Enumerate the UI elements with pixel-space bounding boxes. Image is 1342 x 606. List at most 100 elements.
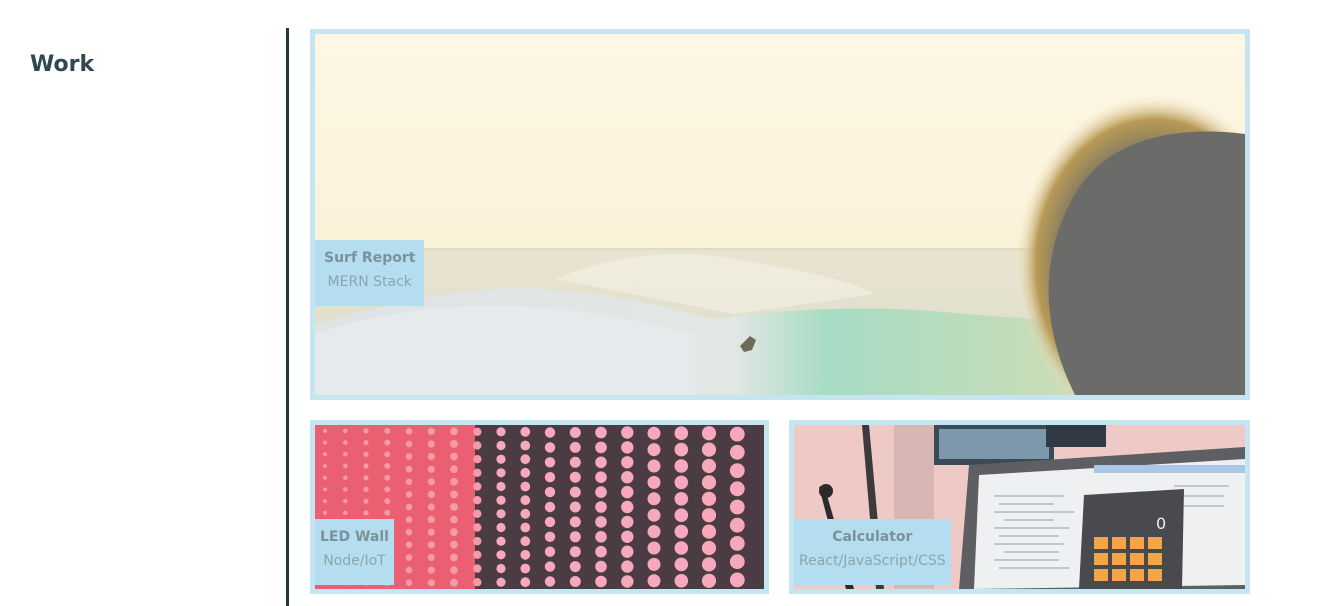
led-dot xyxy=(427,503,435,511)
led-dot xyxy=(450,540,458,549)
led-dot xyxy=(701,491,717,506)
led-dot xyxy=(427,452,435,461)
led-dot xyxy=(496,577,506,587)
led-dot xyxy=(647,443,661,457)
led-dot xyxy=(621,560,634,573)
led-dot xyxy=(363,463,369,469)
led-dot xyxy=(323,440,327,445)
project-card-led-wall[interactable]: LED Wall Node/IoT xyxy=(310,420,769,594)
led-dot xyxy=(595,516,607,528)
led-dot xyxy=(473,441,482,450)
led-dot xyxy=(621,545,634,558)
led-dot xyxy=(544,427,556,438)
led-dot xyxy=(569,441,581,453)
led-dot xyxy=(544,516,556,528)
led-dot xyxy=(621,530,634,543)
led-dot xyxy=(544,546,556,557)
led-dot xyxy=(427,516,435,524)
led-dot xyxy=(701,458,717,474)
led-dot xyxy=(520,549,531,560)
led-dot xyxy=(647,426,661,440)
led-dot xyxy=(647,492,661,506)
led-dot xyxy=(473,427,482,436)
led-dot xyxy=(323,428,327,433)
led-dot xyxy=(569,561,581,573)
led-dot xyxy=(343,475,348,480)
project-card-surf-report[interactable]: Surf Report MERN Stack xyxy=(310,29,1250,400)
led-dot xyxy=(674,524,689,539)
led-dot xyxy=(405,440,413,448)
calculator-display: 0 xyxy=(1156,514,1166,533)
led-dot xyxy=(544,576,556,587)
project-tech: Node/IoT xyxy=(323,553,386,569)
led-dot xyxy=(323,510,327,515)
led-dot xyxy=(450,477,458,486)
project-card-calculator[interactable]: 0 Calculator React/JavaScript/CSS xyxy=(789,420,1250,594)
led-dot xyxy=(427,478,435,486)
led-dot xyxy=(473,509,482,518)
led-dot xyxy=(450,528,458,537)
led-dot xyxy=(647,525,661,539)
led-dot xyxy=(405,528,413,536)
led-dot xyxy=(595,531,607,543)
led-dot xyxy=(520,426,531,437)
led-dot xyxy=(647,557,661,571)
section-title: Work xyxy=(30,52,95,77)
led-dot xyxy=(450,465,458,474)
led-dot xyxy=(701,573,717,588)
led-dot xyxy=(569,531,581,543)
led-dot xyxy=(729,517,745,533)
project-label-surf-report: Surf Report MERN Stack xyxy=(315,240,425,306)
led-dot xyxy=(473,482,482,491)
led-dot xyxy=(647,574,661,588)
led-dot xyxy=(450,490,458,499)
project-name: LED Wall xyxy=(320,529,389,545)
led-dot xyxy=(496,427,506,437)
timeline-divider xyxy=(286,28,289,606)
led-dot xyxy=(520,508,531,519)
led-dot xyxy=(343,487,348,492)
led-dot xyxy=(496,509,506,519)
led-dot xyxy=(343,428,348,434)
led-dot xyxy=(701,524,717,539)
led-dot xyxy=(520,481,531,492)
led-dot xyxy=(427,541,435,549)
led-dot xyxy=(729,463,745,478)
project-name: Surf Report xyxy=(324,250,416,266)
led-dot xyxy=(496,495,506,505)
led-dot xyxy=(595,471,607,483)
led-dot xyxy=(569,471,581,483)
led-dot xyxy=(674,574,689,588)
led-dot xyxy=(405,465,413,473)
led-dot xyxy=(544,531,556,542)
led-dot xyxy=(343,440,348,445)
led-dot xyxy=(363,428,369,434)
led-dot xyxy=(405,478,413,486)
surf-photo xyxy=(315,34,1245,395)
led-dot xyxy=(473,564,482,573)
led-dot xyxy=(674,557,689,572)
led-dot xyxy=(595,575,607,588)
led-dot xyxy=(427,553,435,562)
led-dot xyxy=(674,541,689,555)
led-dot xyxy=(450,553,458,562)
led-dot xyxy=(674,426,689,440)
led-dot xyxy=(569,486,581,498)
led-dot xyxy=(323,464,327,468)
led-dot xyxy=(496,481,506,492)
project-tech: React/JavaScript/CSS xyxy=(799,553,946,569)
led-dot xyxy=(520,522,531,533)
led-dot xyxy=(405,503,413,511)
led-dot xyxy=(729,444,745,460)
led-dot xyxy=(520,495,531,506)
led-dot xyxy=(405,516,413,523)
led-dot xyxy=(450,515,458,524)
project-label-led-wall: LED Wall Node/IoT xyxy=(315,519,394,585)
led-dot xyxy=(701,426,717,441)
led-dot xyxy=(384,439,391,446)
led-dot xyxy=(674,508,689,522)
led-dot xyxy=(323,499,327,504)
led-dot xyxy=(595,545,607,558)
led-dot xyxy=(427,427,435,435)
led-dot xyxy=(729,554,745,570)
